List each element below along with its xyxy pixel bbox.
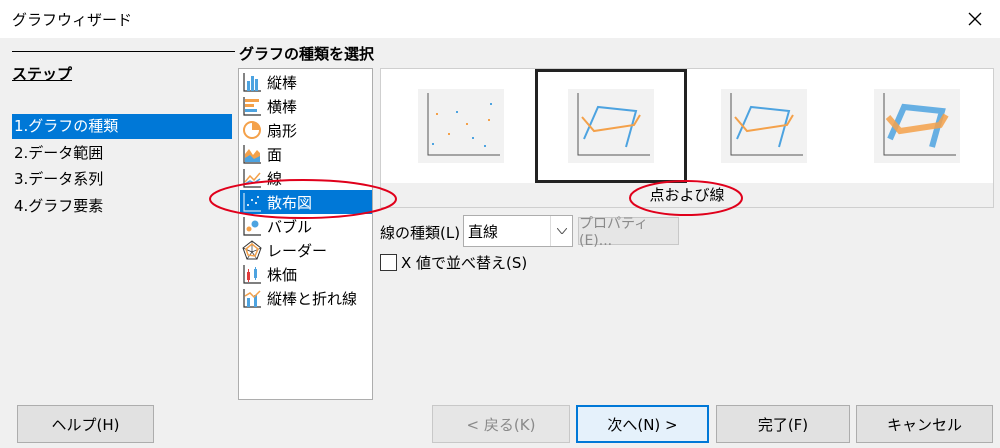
- column-chart-icon: [243, 73, 261, 92]
- subtype-lines-only[interactable]: [688, 69, 840, 183]
- step-chart-elements[interactable]: 4.グラフ要素: [12, 194, 232, 219]
- chart-type-label: 縦棒と折れ線: [267, 289, 358, 308]
- step-data-series[interactable]: 3.データ系列: [12, 167, 232, 192]
- column-and-line-chart-icon: [243, 289, 261, 308]
- finish-button[interactable]: 完了(F): [716, 405, 850, 443]
- line-type-select[interactable]: 直線: [463, 215, 573, 247]
- sort-by-x-label: X 値で並べ替え(S): [401, 254, 528, 272]
- points-and-lines-preview-icon: [568, 89, 654, 163]
- chart-type-label: 扇形: [267, 121, 298, 140]
- chart-type-label: 線: [267, 169, 283, 188]
- subtype-points-only[interactable]: [385, 69, 537, 183]
- properties-button[interactable]: プロパティ(E)...: [578, 216, 679, 249]
- back-button[interactable]: < 戻る(K): [432, 405, 570, 443]
- subtype-preview-strip: 点および線: [380, 68, 994, 208]
- sort-by-x-row[interactable]: X 値で並べ替え(S): [380, 252, 527, 273]
- chart-type-label: 散布図: [267, 193, 313, 212]
- subtype-caption: 点および線: [381, 183, 993, 207]
- chart-type-list[interactable]: 縦棒 横棒 扇形 面 線 散布図 バブル レーダー 株価 縦棒と折れ線: [238, 68, 373, 400]
- chart-type-label: バブル: [267, 217, 313, 236]
- chart-type-stock[interactable]: 株価: [240, 262, 372, 286]
- bar-chart-icon: [243, 97, 261, 116]
- radar-chart-icon: [242, 240, 262, 260]
- sort-by-x-checkbox[interactable]: [380, 254, 397, 271]
- scatter-chart-icon: [243, 193, 261, 212]
- chart-type-label: レーダー: [267, 241, 328, 260]
- chart-type-column-and-line[interactable]: 縦棒と折れ線: [240, 286, 372, 310]
- close-button[interactable]: [960, 4, 990, 34]
- points-only-preview-icon: [418, 89, 504, 163]
- 3d-lines-preview-icon: [874, 89, 960, 163]
- next-button[interactable]: 次へ(N) >: [576, 405, 709, 443]
- steps-divider: [12, 51, 235, 52]
- close-icon: [968, 12, 982, 26]
- chart-type-label: 面: [267, 145, 283, 164]
- line-chart-icon: [243, 169, 261, 188]
- chart-type-bubble[interactable]: バブル: [240, 214, 372, 238]
- chart-type-radar[interactable]: レーダー: [240, 238, 372, 262]
- chevron-down-icon[interactable]: [550, 216, 572, 246]
- window-title: グラフウィザード: [12, 11, 133, 29]
- title-bar: グラフウィザード: [0, 0, 1000, 38]
- line-type-label: 線の種類(L): [380, 224, 461, 242]
- chart-type-scatter[interactable]: 散布図: [240, 190, 372, 214]
- step-chart-type[interactable]: 1.グラフの種類: [12, 114, 232, 139]
- chart-type-label: 横棒: [267, 97, 298, 116]
- chart-type-area[interactable]: 面: [240, 142, 372, 166]
- steps-heading: ステップ: [12, 65, 73, 83]
- chart-type-column[interactable]: 縦棒: [240, 70, 372, 94]
- chart-type-label: 縦棒: [267, 73, 298, 92]
- subtype-3d-lines[interactable]: [841, 69, 993, 183]
- chart-type-pie[interactable]: 扇形: [240, 118, 372, 142]
- lines-only-preview-icon: [721, 89, 807, 163]
- help-button[interactable]: ヘルプ(H): [17, 405, 154, 443]
- stock-chart-icon: [243, 265, 261, 284]
- pie-chart-icon: [243, 121, 261, 139]
- section-title: グラフの種類を選択: [239, 45, 375, 63]
- bubble-chart-icon: [243, 217, 261, 236]
- chart-type-bar[interactable]: 横棒: [240, 94, 372, 118]
- cancel-button[interactable]: キャンセル: [856, 405, 993, 443]
- line-type-value: 直線: [468, 222, 499, 241]
- step-data-range[interactable]: 2.データ範囲: [12, 141, 232, 166]
- area-chart-icon: [243, 145, 261, 164]
- chart-type-label: 株価: [267, 265, 298, 284]
- subtype-points-and-lines[interactable]: [535, 69, 687, 183]
- chart-type-line[interactable]: 線: [240, 166, 372, 190]
